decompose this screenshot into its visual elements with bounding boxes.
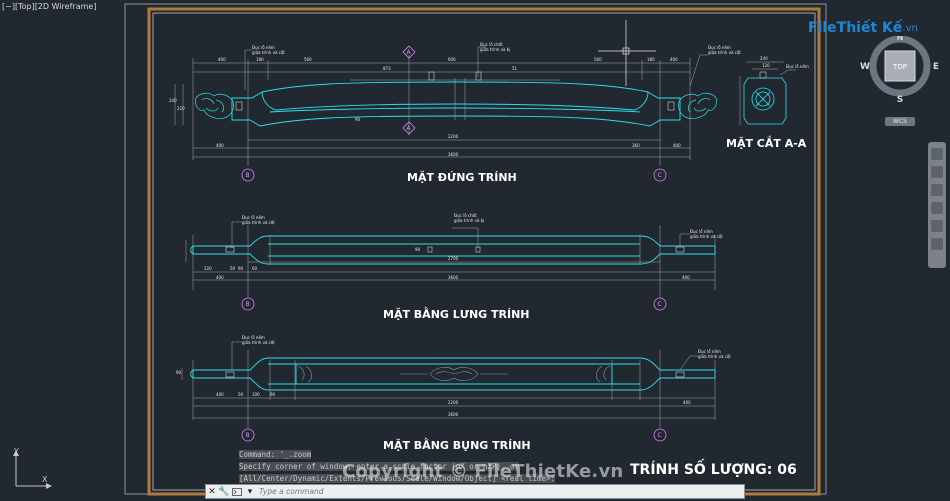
close-icon[interactable]: ✕: [206, 485, 218, 498]
svg-text:2200: 2200: [448, 134, 459, 139]
svg-text:B: B: [246, 432, 250, 439]
logo-part-domain: .vn: [902, 22, 918, 34]
navbar-options-icon[interactable]: [931, 238, 943, 250]
svg-text:2700: 2700: [448, 256, 459, 261]
svg-text:C: C: [658, 432, 662, 439]
navigation-bar[interactable]: [928, 142, 946, 268]
svg-text:90: 90: [415, 247, 421, 252]
svg-text:400: 400: [216, 275, 224, 280]
watermark: Copyright © FileThietKe.vn: [342, 461, 624, 482]
command-line[interactable]: ✕ 🔧 ▾: [205, 484, 745, 499]
svg-text:giữa trình và bị: giữa trình và bị: [454, 218, 484, 223]
svg-text:600: 600: [448, 57, 456, 62]
wcs-menu[interactable]: WCS: [885, 117, 915, 126]
grid-bubble-c-3: C: [653, 428, 667, 442]
view-title-top-plan: MẶT BẰNG LƯNG TRÍNH: [383, 306, 530, 321]
compass-south[interactable]: S: [897, 95, 903, 105]
viewcube-top-label: TOP: [892, 63, 907, 71]
elevation-view: 400 180 560 600 560 180 400 873 51 400 2…: [169, 20, 741, 184]
svg-text:giữa trình và cột: giữa trình và cột: [698, 354, 731, 359]
svg-text:giữa trình và bị: giữa trình và bị: [480, 47, 510, 52]
customize-icon[interactable]: 🔧: [218, 485, 230, 498]
svg-text:240: 240: [169, 98, 177, 103]
svg-text:giữa trình và cột: giữa trình và cột: [242, 340, 275, 345]
svg-text:A: A: [407, 125, 412, 132]
svg-text:360: 360: [632, 143, 640, 148]
svg-text:220: 220: [204, 266, 212, 271]
svg-text:C: C: [658, 172, 662, 179]
svg-text:90: 90: [176, 370, 182, 375]
section-title: MẶT CẮT A-A: [726, 135, 807, 150]
bottom-plan-view: 400 50 100 90 2200 400 3600 90 Đục lỗ nê…: [176, 335, 731, 452]
drawing-canvas[interactable]: 400 180 560 600 560 180 400 873 51 400 2…: [0, 0, 950, 501]
svg-text:240: 240: [760, 56, 768, 61]
grid-bubble-b-2: B: [241, 297, 255, 311]
viewcube[interactable]: TOP N S E W: [860, 36, 940, 128]
svg-text:400: 400: [682, 275, 690, 280]
grid-bubble-b-3: B: [241, 428, 255, 442]
svg-text:B: B: [246, 301, 250, 308]
orbit-icon[interactable]: [931, 202, 943, 214]
svg-text:50: 50: [238, 392, 244, 397]
logo-part-thietke: Thiết Kế: [836, 20, 903, 36]
top-plan-view: 220 50 90 60 2700 400 3600 400 90 Đục lỗ…: [185, 213, 723, 321]
svg-text:3600: 3600: [448, 275, 459, 280]
svg-text:90: 90: [238, 266, 244, 271]
svg-text:51: 51: [512, 66, 518, 71]
svg-text:220: 220: [177, 106, 185, 111]
svg-text:3600: 3600: [448, 152, 459, 157]
command-history-line: Command: '_.zoom: [239, 450, 312, 459]
command-input[interactable]: [256, 484, 744, 499]
svg-text:873: 873: [383, 66, 391, 71]
chevron-down-icon[interactable]: ▾: [244, 485, 256, 498]
svg-text:120: 120: [762, 63, 770, 68]
quantity-note: TRÍNH SỐ LƯỢNG: 06: [630, 458, 797, 478]
compass-east[interactable]: E: [933, 62, 939, 72]
ucs-x-label: X: [42, 475, 48, 484]
svg-text:C: C: [658, 301, 662, 308]
grid-bubble-c-2: C: [653, 297, 667, 311]
grid-bubble-b-1: B: [241, 168, 255, 182]
svg-text:giữa trình và cột: giữa trình và cột: [690, 234, 723, 239]
svg-text:180: 180: [256, 57, 264, 62]
ucs-y-label: Y: [13, 447, 19, 456]
grid-bubble-c-1: C: [653, 168, 667, 182]
showmotion-icon[interactable]: [931, 220, 943, 232]
svg-text:400: 400: [673, 143, 681, 148]
svg-text:90: 90: [355, 117, 361, 122]
svg-text:400: 400: [670, 57, 678, 62]
svg-text:560: 560: [594, 57, 602, 62]
pan-icon[interactable]: [931, 166, 943, 178]
zoom-icon[interactable]: [931, 184, 943, 196]
svg-text:400: 400: [218, 57, 226, 62]
svg-text:400: 400: [216, 143, 224, 148]
view-title-elevation: MẶT ĐỨNG TRÍNH: [407, 170, 517, 184]
svg-text:2200: 2200: [448, 400, 459, 405]
svg-text:180: 180: [647, 57, 655, 62]
svg-text:60: 60: [252, 266, 258, 271]
steering-wheel-icon[interactable]: [931, 148, 943, 160]
svg-text:50: 50: [230, 266, 236, 271]
svg-text:90: 90: [270, 392, 276, 397]
svg-text:giữa trình và cột: giữa trình và cột: [252, 50, 285, 55]
svg-text:3600: 3600: [448, 412, 459, 417]
svg-text:A: A: [407, 49, 412, 56]
logo-part-file: File: [808, 20, 837, 36]
svg-text:B: B: [246, 172, 250, 179]
compass-north[interactable]: N: [897, 36, 904, 42]
ucs-icon: Y X: [13, 447, 52, 489]
compass-west[interactable]: W: [860, 62, 870, 72]
svg-text:100: 100: [252, 392, 260, 397]
svg-text:400: 400: [683, 400, 691, 405]
svg-text:giữa trình và cột: giữa trình và cột: [242, 220, 275, 225]
sheet-frame-inner: [152, 12, 816, 491]
svg-text:Đục lỗ nêm: Đục lỗ nêm: [786, 64, 809, 69]
command-prompt-icon[interactable]: [230, 485, 244, 498]
section-view: 240 120 Đục lỗ nêm MẶT CẮT A-A: [726, 56, 809, 150]
svg-text:giữa trình và cột: giữa trình và cột: [708, 50, 741, 55]
sheet-border-outer: [124, 3, 827, 495]
svg-text:560: 560: [304, 57, 312, 62]
svg-text:400: 400: [216, 392, 224, 397]
